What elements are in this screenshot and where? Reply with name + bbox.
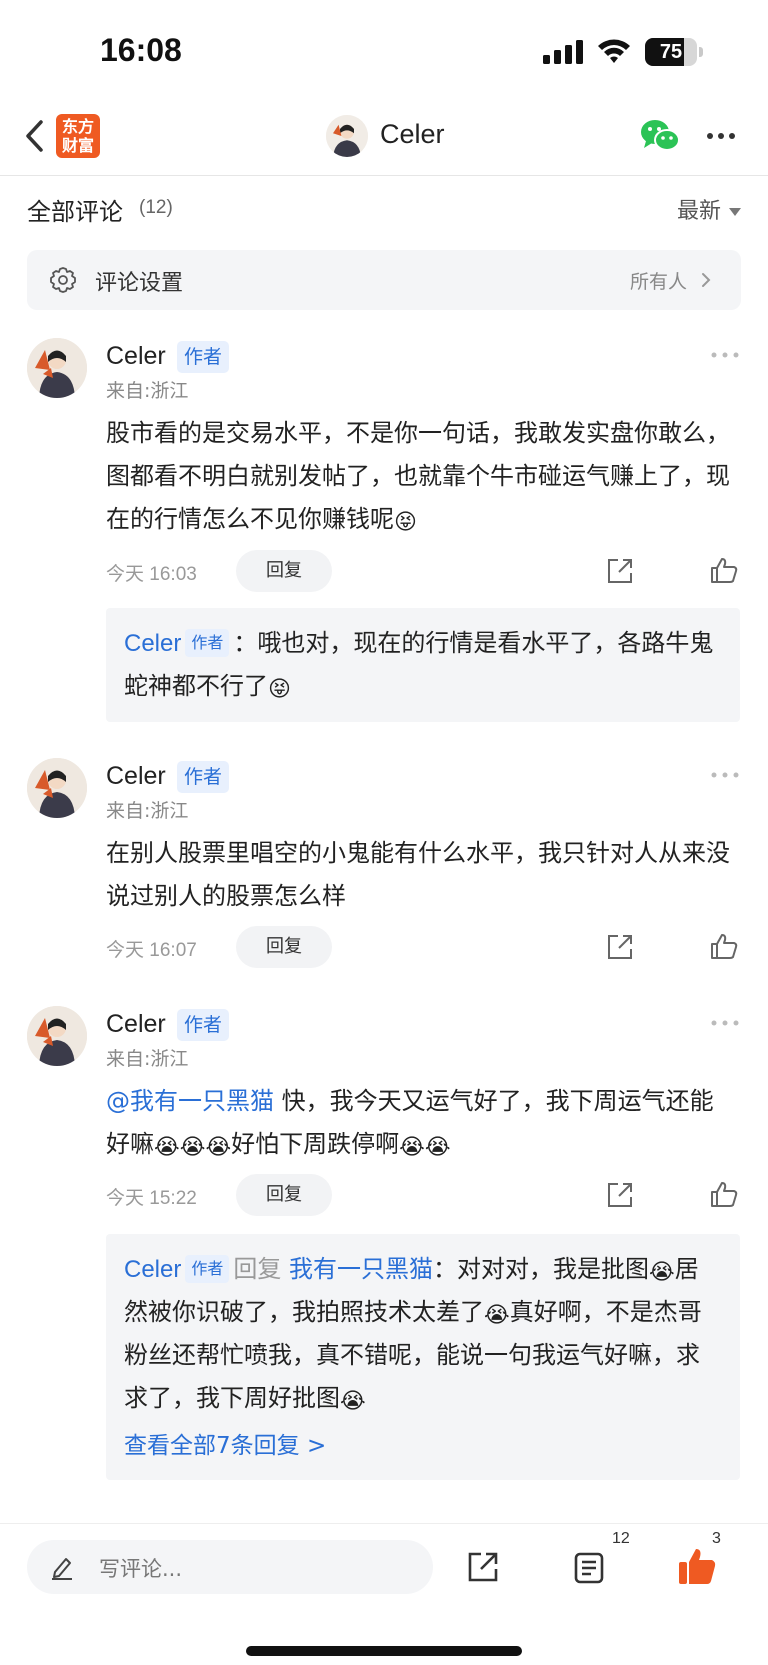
thumbs-up-icon[interactable] bbox=[709, 555, 739, 585]
pen-icon bbox=[52, 1558, 72, 1580]
author-badge: 作者 bbox=[185, 629, 230, 657]
comment-settings-label: 评论设置 bbox=[95, 271, 184, 296]
write-comment-placeholder: 写评论... bbox=[99, 1557, 183, 1581]
crying-emoji-icon: 😭 bbox=[340, 1389, 366, 1414]
status-time: 16:08 bbox=[100, 32, 182, 68]
more-icon[interactable] bbox=[706, 132, 736, 140]
comment-author-name[interactable]: Celer bbox=[106, 1010, 166, 1039]
comment-location: 来自:浙江 bbox=[106, 800, 189, 822]
thumbs-up-icon[interactable] bbox=[677, 1546, 717, 1586]
crying-emoji-icon: 😭 bbox=[484, 1303, 510, 1328]
comment-location: 来自:浙江 bbox=[106, 380, 189, 402]
comment-time: 今天 15:22 bbox=[106, 1188, 197, 1209]
comment-actions: 今天 15:22 回复 bbox=[106, 1174, 740, 1216]
crying-emoji-icon: 😭 bbox=[154, 1135, 180, 1160]
status-bar: 16:08 75 bbox=[0, 0, 768, 100]
avatar[interactable] bbox=[27, 338, 87, 398]
avatar[interactable] bbox=[27, 758, 87, 818]
comment-settings-row[interactable]: 评论设置 所有人 bbox=[27, 250, 741, 310]
author-badge: 作者 bbox=[177, 1009, 230, 1041]
comment-time: 今天 16:03 bbox=[106, 564, 197, 585]
battery-level: 75 bbox=[659, 41, 683, 63]
reply-button[interactable]: 回复 bbox=[236, 926, 332, 968]
comments-count: (12) bbox=[139, 197, 173, 218]
share-icon[interactable] bbox=[466, 1550, 500, 1584]
reply-box: Celer 作者 ：哦也对，现在的行情是看水平了，各路牛鬼蛇神都不行了😝 bbox=[106, 608, 740, 722]
author-badge: 作者 bbox=[177, 341, 230, 373]
more-icon[interactable] bbox=[711, 1020, 739, 1026]
like-count-badge: 3 bbox=[712, 1530, 721, 1547]
more-icon[interactable] bbox=[711, 352, 739, 358]
author-badge: 作者 bbox=[185, 1255, 230, 1283]
wifi-icon bbox=[598, 39, 630, 63]
emoji-icon: 😝 bbox=[394, 510, 417, 535]
thumbs-up-icon[interactable] bbox=[709, 931, 739, 961]
nav-bar: 东方 财富 Celer bbox=[0, 100, 768, 176]
author-badge: 作者 bbox=[177, 761, 230, 793]
reply-author-name[interactable]: Celer bbox=[124, 1256, 181, 1283]
bottom-bar: 写评论... 12 3 bbox=[0, 1523, 768, 1665]
comment-author-name[interactable]: Celer bbox=[106, 342, 166, 371]
wechat-icon[interactable] bbox=[640, 118, 680, 154]
comment-text: 股市看的是交易水平，不是你一句话，我敢发实盘你敢么，图都看不明白就别发帖了，也就… bbox=[106, 419, 730, 535]
emoji-icon: 😝 bbox=[268, 677, 291, 702]
thumbs-up-icon[interactable] bbox=[709, 1179, 739, 1209]
reply-author-name[interactable]: Celer bbox=[124, 630, 181, 657]
share-icon[interactable] bbox=[605, 932, 635, 962]
comment-actions: 今天 16:07 回复 bbox=[106, 926, 740, 968]
comment-actions: 今天 16:03 回复 bbox=[106, 550, 740, 592]
comment-settings-value: 所有人 bbox=[629, 271, 687, 293]
crying-emoji-icon: 😭 bbox=[179, 1135, 206, 1160]
avatar[interactable] bbox=[27, 1006, 87, 1066]
comments-count-badge: 12 bbox=[612, 1530, 630, 1547]
sort-dropdown[interactable]: 最新 bbox=[677, 193, 741, 225]
reply-text: Celer 作者 ：哦也对，现在的行情是看水平了，各路牛鬼蛇神都不行了😝 bbox=[124, 629, 714, 702]
view-all-replies-link[interactable]: 查看全部7条回复 > bbox=[124, 1426, 722, 1466]
reply-text: Celer 作者 回复 我有一只黑猫：对对对，我是批图😭居然被你识破了，我拍照技术太… bbox=[124, 1255, 702, 1414]
back-arrow-icon[interactable] bbox=[22, 116, 46, 156]
reply-button[interactable]: 回复 bbox=[236, 1174, 332, 1216]
crying-emoji-icon: 😭 bbox=[649, 1260, 675, 1285]
reply-target-name[interactable]: 我有一只黑猫 bbox=[289, 1255, 433, 1283]
comment-time: 今天 16:07 bbox=[106, 940, 197, 961]
crying-emoji-icon: 😭 bbox=[424, 1135, 451, 1160]
comments-header: 全部评论 (12) 最新 bbox=[27, 190, 741, 230]
comments-list-icon[interactable] bbox=[573, 1551, 605, 1585]
comment-location: 来自:浙江 bbox=[106, 1048, 189, 1070]
share-icon[interactable] bbox=[605, 556, 635, 586]
reply-box: Celer 作者 回复 我有一只黑猫：对对对，我是批图😭居然被你识破了，我拍照技术太… bbox=[106, 1234, 740, 1480]
comment-author-name[interactable]: Celer bbox=[106, 762, 166, 791]
chevron-right-icon bbox=[702, 273, 711, 287]
share-icon[interactable] bbox=[605, 1180, 635, 1210]
reply-button[interactable]: 回复 bbox=[236, 550, 332, 592]
comments-title: 全部评论 bbox=[27, 198, 123, 226]
home-indicator bbox=[246, 1646, 522, 1656]
app-logo[interactable]: 东方 财富 bbox=[56, 114, 100, 158]
battery-icon: 75 bbox=[645, 38, 703, 66]
crying-emoji-icon: 😭 bbox=[205, 1135, 232, 1160]
mention-link[interactable]: @我有一只黑猫 bbox=[106, 1087, 274, 1115]
avatar[interactable] bbox=[326, 115, 368, 157]
caret-down-icon bbox=[729, 208, 741, 216]
comment-text: @我有一只黑猫 快，我今天又运气好了，我下周运气还能好嘛😭😭😭好怕下周跌停啊😭😭 bbox=[106, 1087, 714, 1160]
nav-user-name[interactable]: Celer bbox=[380, 119, 445, 150]
comment-text: 在别人股票里唱空的小鬼能有什么水平，我只针对人从来没说过别人的股票怎么样 bbox=[106, 839, 730, 910]
gear-icon bbox=[50, 267, 76, 293]
crying-emoji-icon: 😭 bbox=[399, 1135, 425, 1160]
more-icon[interactable] bbox=[711, 772, 739, 778]
cellular-signal-icon bbox=[543, 40, 583, 64]
write-comment-input[interactable]: 写评论... bbox=[27, 1540, 433, 1594]
